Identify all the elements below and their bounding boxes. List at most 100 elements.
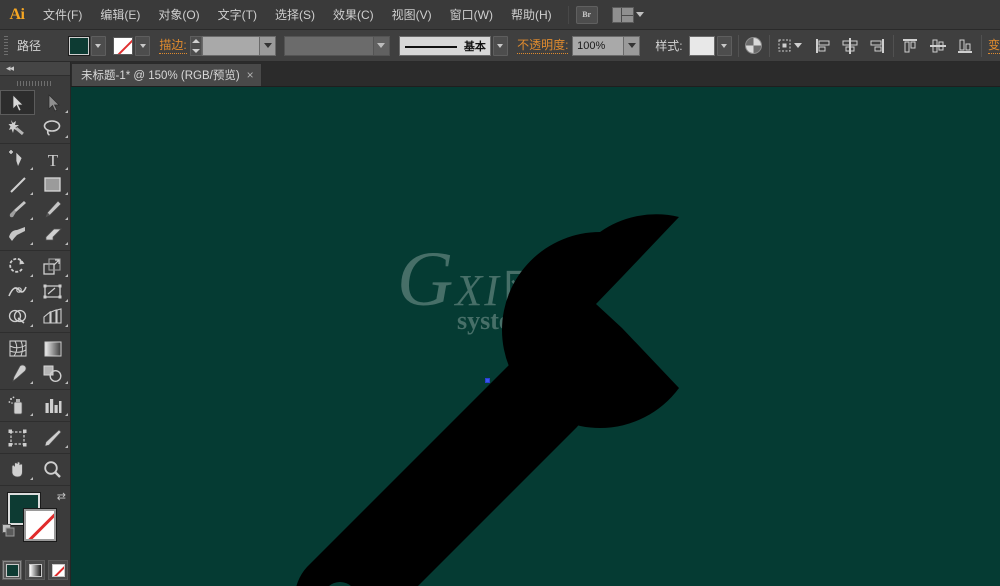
- illustrator-window: Ai 文件(F) 编辑(E) 对象(O) 文字(T) 选择(S) 效果(C) 视…: [0, 0, 1000, 586]
- align-top-icon[interactable]: [900, 36, 920, 56]
- stroke-weight-stepper[interactable]: [190, 35, 203, 56]
- shape-builder-tool[interactable]: [0, 304, 35, 329]
- lasso-tool[interactable]: [35, 115, 70, 140]
- recolor-artwork-icon[interactable]: [745, 36, 763, 56]
- rotate-tool[interactable]: [0, 254, 35, 279]
- perspective-grid-tool[interactable]: [35, 304, 70, 329]
- menu-type[interactable]: 文字(T): [209, 0, 266, 30]
- gradient-tool[interactable]: [35, 336, 70, 361]
- fill-color-swatch[interactable]: [67, 35, 90, 56]
- brush-definition-control[interactable]: 基本: [398, 35, 508, 56]
- stroke-weight-input[interactable]: [202, 35, 261, 56]
- menu-file[interactable]: 文件(F): [34, 0, 91, 30]
- graphic-style-swatch[interactable]: [688, 35, 715, 56]
- align-center-horizontal-icon[interactable]: [840, 36, 860, 56]
- document-tab-title: 未标题-1* @ 150% (RGB/预览): [81, 70, 240, 82]
- menu-bar: Ai 文件(F) 编辑(E) 对象(O) 文字(T) 选择(S) 效果(C) 视…: [0, 0, 1000, 30]
- line-segment-tool[interactable]: [0, 172, 35, 197]
- blend-tool[interactable]: [35, 361, 70, 386]
- opacity-label[interactable]: 不透明度:: [517, 38, 569, 54]
- pen-tool[interactable]: [0, 147, 35, 172]
- direct-selection-tool[interactable]: [35, 90, 70, 115]
- type-tool[interactable]: T: [35, 147, 70, 172]
- menu-view[interactable]: 视图(V): [383, 0, 441, 30]
- graphic-style-control[interactable]: [688, 35, 732, 56]
- zoom-tool[interactable]: [35, 457, 70, 482]
- paintbrush-tool[interactable]: [0, 197, 35, 222]
- column-graph-tool[interactable]: [35, 393, 70, 418]
- stroke-weight-label[interactable]: 描边:: [159, 38, 187, 54]
- align-center-vertical-icon[interactable]: [928, 36, 948, 56]
- stroke-color-control[interactable]: [113, 35, 151, 56]
- workspace-switcher[interactable]: [611, 6, 644, 23]
- blob-brush-tool[interactable]: [0, 222, 35, 247]
- none-mode-button[interactable]: [48, 560, 68, 580]
- document-tab-bar: 未标题-1* @ 150% (RGB/预览) ×: [0, 62, 1000, 87]
- control-bar-grip[interactable]: [0, 30, 11, 61]
- control-divider-2: [768, 34, 770, 57]
- eraser-tool[interactable]: [35, 222, 70, 247]
- stroke-weight-control[interactable]: [190, 35, 277, 56]
- stroke-profile-dropdown[interactable]: [373, 35, 390, 56]
- app-logo: Ai: [9, 5, 26, 23]
- opacity-control[interactable]: 100%: [572, 35, 641, 56]
- selection-tool[interactable]: [0, 90, 35, 115]
- menu-edit[interactable]: 编辑(E): [91, 0, 149, 30]
- select-similar-icon[interactable]: [776, 36, 804, 56]
- symbol-sprayer-tool[interactable]: [0, 393, 35, 418]
- artboard-canvas[interactable]: G XI 网 system.com: [71, 87, 1000, 586]
- control-bar: 路径 描边: 基本 不透明度: 100% 样式: 变: [0, 30, 1000, 62]
- hand-tool[interactable]: [0, 457, 35, 482]
- artboard-tool[interactable]: [0, 425, 35, 450]
- chevron-down-icon: [635, 12, 644, 17]
- stroke-dropdown-button[interactable]: [135, 35, 151, 56]
- collapse-panel-icon[interactable]: ◂◂: [6, 63, 14, 74]
- graphic-style-dropdown[interactable]: [716, 35, 732, 56]
- default-fill-stroke-icon[interactable]: [2, 524, 15, 537]
- anchor-point[interactable]: [485, 378, 490, 383]
- free-transform-tool[interactable]: [35, 279, 70, 304]
- width-tool[interactable]: [0, 279, 35, 304]
- tools-panel-grip[interactable]: [0, 76, 70, 90]
- gradient-mode-button[interactable]: [25, 560, 45, 580]
- stroke-swatch-large[interactable]: [23, 508, 57, 542]
- bridge-icon[interactable]: Br: [575, 5, 598, 24]
- stroke-color-swatch[interactable]: [113, 36, 134, 55]
- menu-select[interactable]: 选择(S): [266, 0, 324, 30]
- slice-tool[interactable]: [35, 425, 70, 450]
- tools-panel-header[interactable]: ◂◂: [0, 62, 70, 76]
- svg-text:T: T: [47, 151, 58, 169]
- rectangle-tool[interactable]: [35, 172, 70, 197]
- color-mode-button[interactable]: [2, 560, 22, 580]
- opacity-dropdown[interactable]: [624, 35, 641, 56]
- document-tab[interactable]: 未标题-1* @ 150% (RGB/预览) ×: [71, 63, 262, 86]
- menu-window[interactable]: 窗口(W): [441, 0, 502, 30]
- stroke-weight-dropdown[interactable]: [260, 35, 277, 56]
- mesh-tool[interactable]: [0, 336, 35, 361]
- menu-help[interactable]: 帮助(H): [502, 0, 561, 30]
- align-bottom-icon[interactable]: [955, 36, 975, 56]
- magic-wand-tool[interactable]: [0, 115, 35, 140]
- color-mode-row: [0, 560, 70, 580]
- wrench-shape[interactable]: [71, 87, 1000, 586]
- menu-effect[interactable]: 效果(C): [324, 0, 383, 30]
- pencil-tool[interactable]: [35, 197, 70, 222]
- opacity-input[interactable]: 100%: [572, 35, 625, 56]
- stroke-profile-control[interactable]: [283, 35, 390, 56]
- align-right-icon[interactable]: [867, 36, 887, 56]
- eyedropper-tool[interactable]: [0, 361, 35, 386]
- fill-dropdown-button[interactable]: [90, 35, 106, 56]
- fill-color-control[interactable]: [67, 35, 106, 56]
- menu-object[interactable]: 对象(O): [149, 0, 208, 30]
- brush-definition-input[interactable]: 基本: [398, 35, 491, 56]
- control-divider-4: [981, 34, 983, 57]
- stroke-profile-input[interactable]: [283, 35, 374, 56]
- control-divider-3: [893, 34, 895, 57]
- brush-definition-dropdown[interactable]: [492, 35, 508, 56]
- scale-tool[interactable]: [35, 254, 70, 279]
- close-icon[interactable]: ×: [247, 69, 254, 81]
- align-left-icon[interactable]: [813, 36, 833, 56]
- menu-divider: [567, 5, 569, 24]
- swap-fill-stroke-icon[interactable]: ⇄: [57, 490, 66, 503]
- transform-label[interactable]: 变: [988, 38, 1000, 54]
